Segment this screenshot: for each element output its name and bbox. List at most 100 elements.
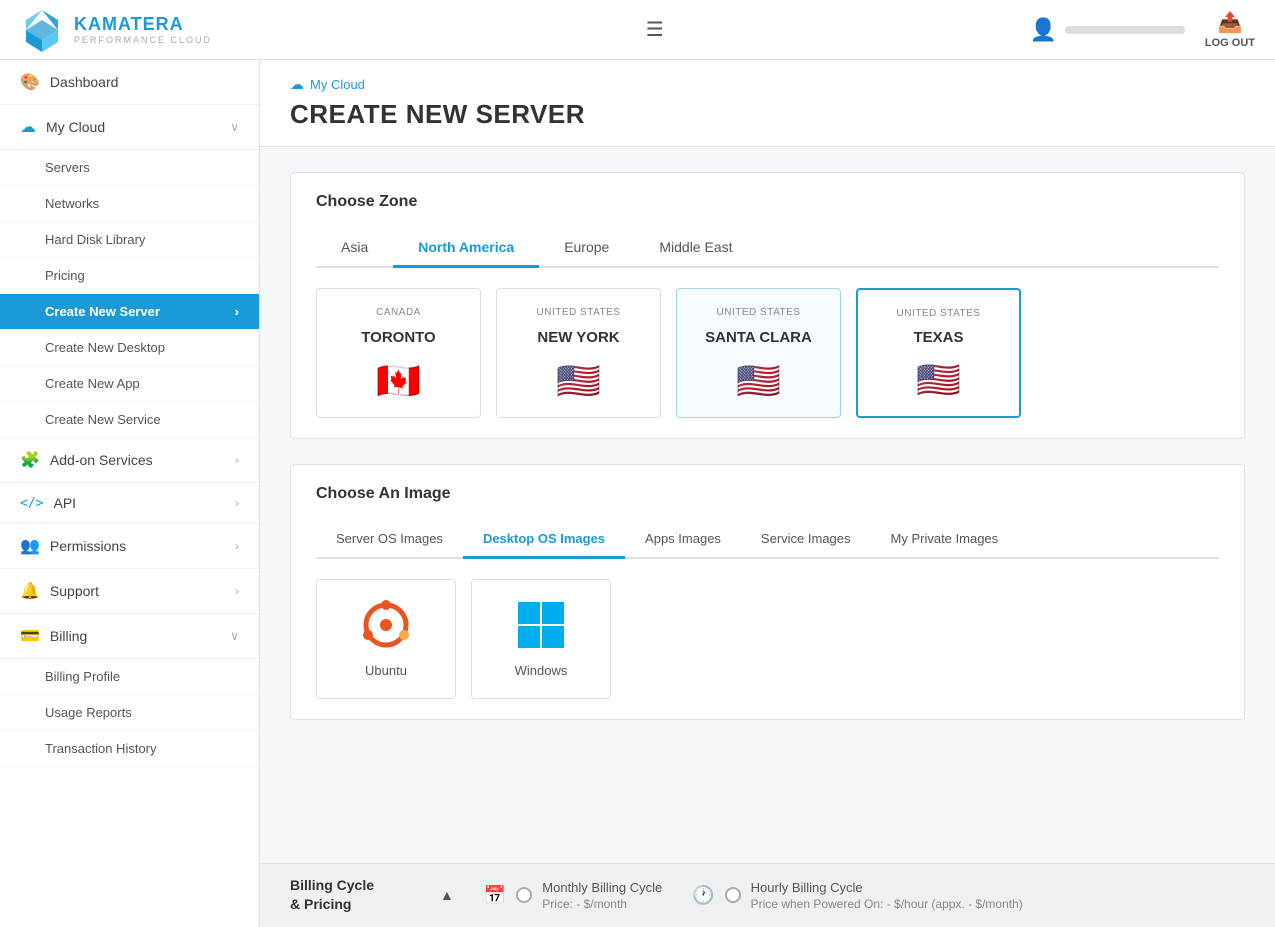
page-title: CREATE NEW SERVER [290,99,1245,130]
zone-card-new-york[interactable]: UNITED STATES NEW YORK 🇺🇸 [496,288,661,418]
sidebar-label-api: API [53,495,225,511]
hourly-label: Hourly Billing Cycle [751,880,1023,895]
zone-tab-north-america[interactable]: North America [393,229,539,268]
monthly-radio[interactable] [516,887,532,903]
sidebar-subitem-transaction-history[interactable]: Transaction History [0,731,259,767]
toronto-flag: 🇨🇦 [376,363,421,399]
windows-label: Windows [515,663,568,678]
logout-label: LOG OUT [1205,37,1255,49]
sidebar: 🎨 Dashboard ☁ My Cloud ∨ Servers Network… [0,60,260,927]
zone-card-toronto[interactable]: CANADA TORONTO 🇨🇦 [316,288,481,418]
user-name-placeholder [1065,26,1185,34]
zone-card-texas[interactable]: UNITED STATES TEXAS 🇺🇸 [856,288,1021,418]
zone-tab-middle-east[interactable]: Middle East [634,229,757,268]
sidebar-subitem-usage-reports[interactable]: Usage Reports [0,695,259,731]
mycloud-chevron: ∨ [230,120,239,134]
sidebar-item-permissions[interactable]: 👥 Permissions › [0,524,259,569]
hourly-calendar-icon: 🕐 [692,885,714,906]
image-tab-service[interactable]: Service Images [741,521,871,559]
sidebar-label-permissions: Permissions [50,538,225,554]
sidebar-subitem-create-app[interactable]: Create New App [0,366,259,402]
brand-tagline: PERFORMANCE CLOUD [74,35,212,45]
zone-cards: CANADA TORONTO 🇨🇦 UNITED STATES NEW YORK… [316,288,1219,418]
breadcrumb: ☁ My Cloud [290,76,1245,93]
santaclara-city: SANTA CLARA [705,329,812,346]
sidebar-item-dashboard[interactable]: 🎨 Dashboard [0,60,259,105]
sidebar-subitem-billing-profile[interactable]: Billing Profile [0,659,259,695]
dashboard-icon: 🎨 [20,72,40,92]
addons-chevron: › [235,453,239,467]
choose-zone-section: Choose Zone Asia North America Europe Mi… [290,172,1245,439]
santaclara-flag: 🇺🇸 [736,363,781,399]
breadcrumb-text: My Cloud [310,77,365,92]
toronto-country: CANADA [376,307,421,318]
zone-tab-asia[interactable]: Asia [316,229,393,268]
newyork-country: UNITED STATES [537,307,621,318]
support-icon: 🔔 [20,581,40,601]
windows-icon [516,600,566,650]
ubuntu-label: Ubuntu [365,663,407,678]
choose-image-section: Choose An Image Server OS Images Desktop… [290,464,1245,720]
page-header: ☁ My Cloud CREATE NEW SERVER [260,60,1275,147]
addons-icon: 🧩 [20,450,40,470]
sidebar-label-dashboard: Dashboard [50,74,239,90]
newyork-flag: 🇺🇸 [556,363,601,399]
sidebar-label-support: Support [50,583,225,599]
image-tab-server-os[interactable]: Server OS Images [316,521,463,559]
sidebar-subitem-create-server[interactable]: Create New Server › [0,294,259,330]
api-chevron: › [235,496,239,510]
sidebar-item-api[interactable]: </> API › [0,483,259,524]
brand-name: KAMATERA [74,14,212,35]
choose-zone-title: Choose Zone [316,193,1219,211]
sidebar-subitem-pricing[interactable]: Pricing [0,258,259,294]
sidebar-label-addons: Add-on Services [50,452,225,468]
sidebar-label-mycloud: My Cloud [46,119,220,135]
image-tab-private[interactable]: My Private Images [871,521,1019,559]
header-user-section: 👤 📤 LOG OUT [1029,10,1255,49]
image-tab-apps[interactable]: Apps Images [625,521,741,559]
sidebar-item-support[interactable]: 🔔 Support › [0,569,259,614]
monthly-calendar-icon: 📅 [484,885,506,906]
top-header: KAMATERA PERFORMANCE CLOUD ☰ 👤 📤 LOG OUT [0,0,1275,60]
hourly-price: Price when Powered On: - $/hour (appx. -… [751,897,1023,911]
choose-image-title: Choose An Image [316,485,1219,503]
sidebar-subitem-create-desktop[interactable]: Create New Desktop [0,330,259,366]
sidebar-subitem-harddisk[interactable]: Hard Disk Library [0,222,259,258]
content-area: Choose Zone Asia North America Europe Mi… [260,147,1275,770]
texas-country: UNITED STATES [897,308,981,319]
image-cards: Ubuntu Windows [316,579,1219,699]
image-tab-desktop-os[interactable]: Desktop OS Images [463,521,625,559]
billing-title: Billing Cycle & Pricing [290,876,410,915]
logo-area: KAMATERA PERFORMANCE CLOUD [20,8,280,52]
newyork-city: NEW YORK [537,329,619,346]
sidebar-item-addons[interactable]: 🧩 Add-on Services › [0,438,259,483]
ubuntu-icon [361,600,411,650]
zone-tab-europe[interactable]: Europe [539,229,634,268]
hourly-radio[interactable] [725,887,741,903]
hamburger-button[interactable]: ☰ [646,17,664,42]
sidebar-subitem-networks[interactable]: Networks [0,186,259,222]
logout-button[interactable]: 📤 LOG OUT [1205,10,1255,49]
api-icon: </> [20,496,43,511]
breadcrumb-cloud-icon: ☁ [290,76,304,93]
image-tabs: Server OS Images Desktop OS Images Apps … [316,521,1219,559]
image-card-ubuntu[interactable]: Ubuntu [316,579,456,699]
zone-card-santa-clara[interactable]: UNITED STATES SANTA CLARA 🇺🇸 [676,288,841,418]
main-content: ☁ My Cloud CREATE NEW SERVER Choose Zone… [260,60,1275,927]
monthly-price: Price: - $/month [542,897,662,911]
monthly-label: Monthly Billing Cycle [542,880,662,895]
billing-toggle-icon[interactable]: ▲ [440,887,454,903]
texas-city: TEXAS [913,329,963,346]
zone-tabs: Asia North America Europe Middle East [316,229,1219,268]
texas-flag: 🇺🇸 [916,362,961,398]
mycloud-icon: ☁ [20,117,36,137]
sidebar-subitem-create-service[interactable]: Create New Service [0,402,259,438]
support-chevron: › [235,584,239,598]
sidebar-subitem-servers[interactable]: Servers [0,150,259,186]
billing-icon: 💳 [20,626,40,646]
image-card-windows[interactable]: Windows [471,579,611,699]
user-icon: 👤 [1029,17,1056,43]
sidebar-item-mycloud[interactable]: ☁ My Cloud ∨ [0,105,259,150]
sidebar-item-billing[interactable]: 💳 Billing ∨ [0,614,259,659]
logo-icon [20,8,64,52]
